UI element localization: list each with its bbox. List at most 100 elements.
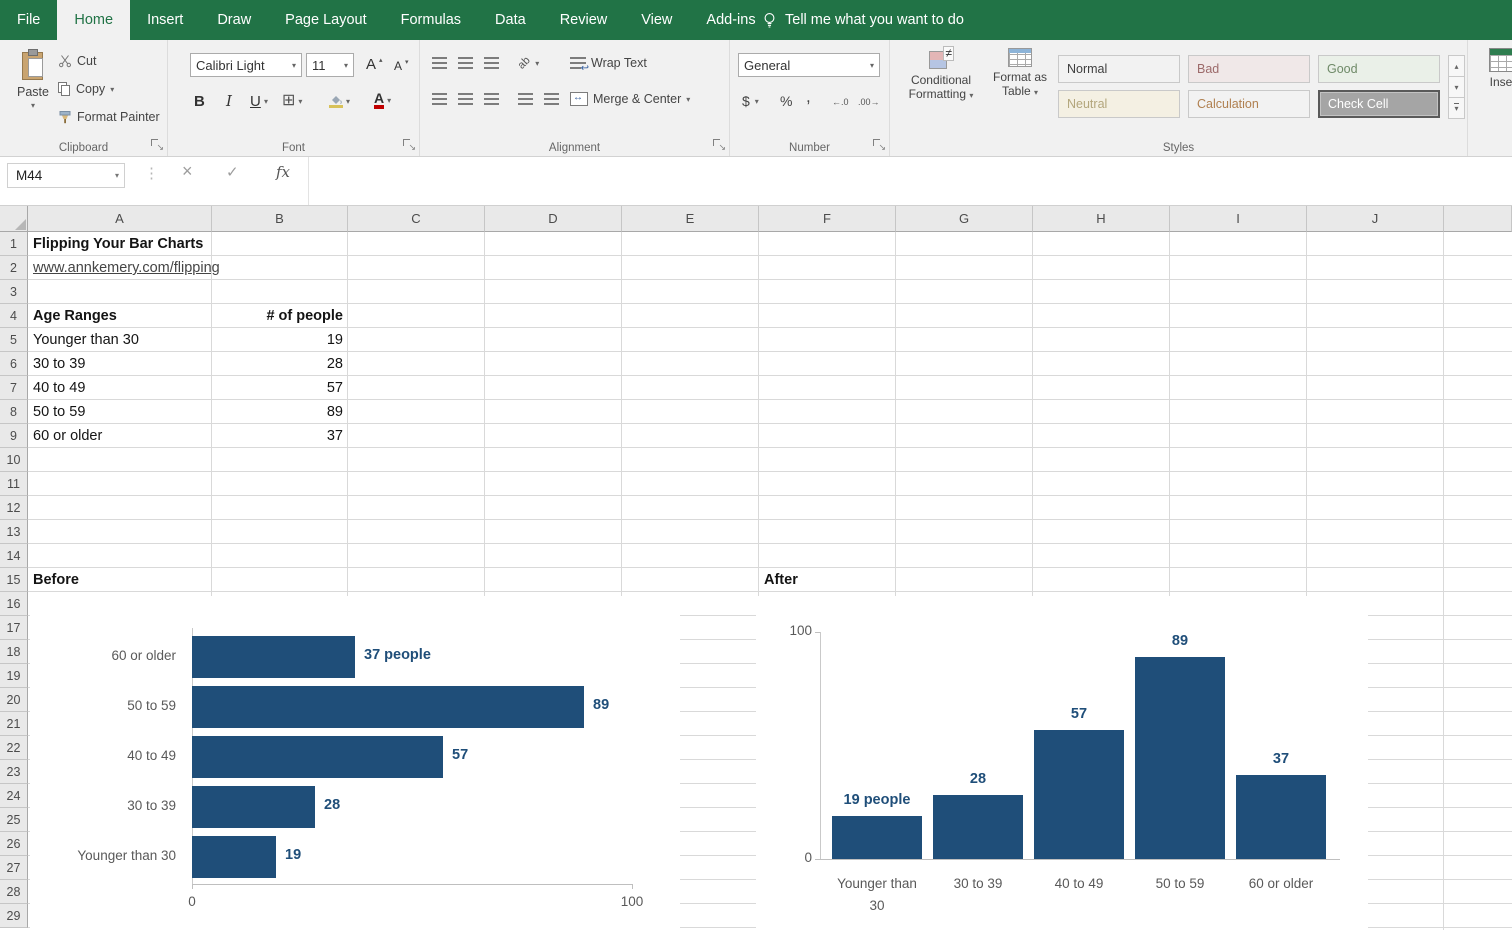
paste-dropdown-arrow[interactable] bbox=[31, 101, 35, 110]
percent-style-button[interactable]: % bbox=[780, 90, 792, 112]
column-header-f[interactable]: F bbox=[759, 206, 896, 232]
menu-tab-review[interactable]: Review bbox=[543, 0, 625, 40]
cell-b9-count[interactable]: 37 bbox=[212, 424, 348, 448]
font-name-select[interactable]: Calibri Light bbox=[190, 53, 302, 77]
format-painter-button[interactable]: Format Painter bbox=[58, 106, 160, 128]
cell-a15-before-title[interactable]: Before bbox=[28, 568, 79, 592]
row-header-28[interactable]: 28 bbox=[0, 880, 28, 904]
style-check-cell[interactable]: Check Cell bbox=[1318, 90, 1440, 118]
style-bad[interactable]: Bad bbox=[1188, 55, 1310, 83]
cancel-button[interactable] bbox=[182, 161, 193, 182]
cell-a1-title[interactable]: Flipping Your Bar Charts bbox=[28, 232, 203, 256]
row-header-24[interactable]: 24 bbox=[0, 784, 28, 808]
cell-b6-count[interactable]: 28 bbox=[212, 352, 348, 376]
styles-more-button[interactable] bbox=[1448, 97, 1465, 119]
styles-scroll-up-button[interactable] bbox=[1448, 55, 1465, 77]
paste-button[interactable]: Paste bbox=[8, 44, 58, 110]
after-bar[interactable] bbox=[933, 795, 1023, 859]
style-neutral[interactable]: Neutral bbox=[1058, 90, 1180, 118]
menu-tab-file[interactable]: File bbox=[0, 0, 57, 40]
number-format-dropdown-arrow[interactable] bbox=[870, 61, 874, 70]
cell-a8-age-range[interactable]: 50 to 59 bbox=[28, 400, 85, 424]
number-format-select[interactable]: General bbox=[738, 53, 880, 77]
name-box[interactable]: M44 bbox=[7, 163, 125, 188]
cell-b7-count[interactable]: 57 bbox=[212, 376, 348, 400]
before-bar[interactable] bbox=[192, 736, 443, 778]
orientation-button[interactable] bbox=[518, 52, 539, 74]
number-dialog-launcher[interactable] bbox=[873, 139, 885, 151]
column-header-d[interactable]: D bbox=[485, 206, 622, 232]
after-bar[interactable] bbox=[832, 816, 922, 859]
row-header-2[interactable]: 2 bbox=[0, 256, 28, 280]
cell-a9-age-range[interactable]: 60 or older bbox=[28, 424, 102, 448]
cell-a5-age-range[interactable]: Younger than 30 bbox=[28, 328, 139, 352]
style-calculation[interactable]: Calculation bbox=[1188, 90, 1310, 118]
cell-a7-age-range[interactable]: 40 to 49 bbox=[28, 376, 85, 400]
before-bar[interactable] bbox=[192, 836, 276, 878]
cell-f15-after-title[interactable]: After bbox=[759, 568, 798, 592]
cell-b4-people-header[interactable]: # of people bbox=[212, 304, 348, 328]
merge-center-button[interactable]: Merge & Center bbox=[570, 88, 690, 110]
format-as-table-button[interactable]: Format as Table bbox=[986, 48, 1054, 100]
before-bar[interactable] bbox=[192, 636, 355, 678]
menu-tab-view[interactable]: View bbox=[624, 0, 689, 40]
formula-bar-grip[interactable] bbox=[144, 164, 159, 182]
after-bar[interactable] bbox=[1236, 775, 1326, 859]
row-header-17[interactable]: 17 bbox=[0, 616, 28, 640]
copy-button[interactable]: Copy bbox=[58, 78, 114, 100]
menu-tab-data[interactable]: Data bbox=[478, 0, 543, 40]
chart-before[interactable]: 60 or older37 people50 to 598940 to 4957… bbox=[30, 596, 680, 930]
column-header-j[interactable]: J bbox=[1307, 206, 1444, 232]
column-header-partial[interactable] bbox=[1444, 206, 1512, 232]
underline-dropdown[interactable] bbox=[264, 90, 268, 112]
row-header-1[interactable]: 1 bbox=[0, 232, 28, 256]
row-header-10[interactable]: 10 bbox=[0, 448, 28, 472]
insert-button-partial[interactable]: Inse bbox=[1478, 48, 1512, 89]
row-header-5[interactable]: 5 bbox=[0, 328, 28, 352]
row-header-4[interactable]: 4 bbox=[0, 304, 28, 328]
cell-a2-hyperlink[interactable]: www.annkemery.com/flipping bbox=[28, 256, 220, 280]
row-header-3[interactable]: 3 bbox=[0, 280, 28, 304]
before-bar[interactable] bbox=[192, 786, 315, 828]
row-header-14[interactable]: 14 bbox=[0, 544, 28, 568]
accounting-format-button[interactable]: $ bbox=[742, 90, 759, 112]
after-bar[interactable] bbox=[1034, 730, 1124, 859]
font-size-select[interactable]: 11 bbox=[306, 53, 354, 77]
column-header-h[interactable]: H bbox=[1033, 206, 1170, 232]
font-size-dropdown-arrow[interactable] bbox=[344, 61, 348, 70]
font-color-button[interactable]: A bbox=[374, 89, 391, 111]
row-header-6[interactable]: 6 bbox=[0, 352, 28, 376]
align-right-button[interactable] bbox=[484, 88, 499, 110]
column-header-i[interactable]: I bbox=[1170, 206, 1307, 232]
italic-button[interactable]: I bbox=[226, 90, 232, 112]
row-header-16[interactable]: 16 bbox=[0, 592, 28, 616]
row-header-9[interactable]: 9 bbox=[0, 424, 28, 448]
column-header-g[interactable]: G bbox=[896, 206, 1033, 232]
row-header-25[interactable]: 25 bbox=[0, 808, 28, 832]
font-name-dropdown-arrow[interactable] bbox=[292, 61, 296, 70]
fill-color-button[interactable] bbox=[328, 90, 350, 112]
row-header-23[interactable]: 23 bbox=[0, 760, 28, 784]
conditional-formatting-button[interactable]: Conditional Formatting bbox=[900, 48, 982, 103]
decrease-font-size-button[interactable]: A bbox=[394, 55, 409, 77]
tell-me-box[interactable]: Tell me what you want to do bbox=[762, 0, 964, 40]
align-bottom-button[interactable] bbox=[484, 52, 499, 74]
column-header-c[interactable]: C bbox=[348, 206, 485, 232]
style-normal[interactable]: Normal bbox=[1058, 55, 1180, 83]
row-header-13[interactable]: 13 bbox=[0, 520, 28, 544]
comma-style-button[interactable]: , bbox=[806, 86, 811, 108]
decrease-indent-button[interactable] bbox=[518, 88, 533, 110]
row-header-12[interactable]: 12 bbox=[0, 496, 28, 520]
row-header-18[interactable]: 18 bbox=[0, 640, 28, 664]
menu-tab-formulas[interactable]: Formulas bbox=[384, 0, 478, 40]
styles-scroll-down-button[interactable] bbox=[1448, 76, 1465, 98]
increase-decimal-button[interactable] bbox=[832, 91, 849, 113]
wrap-text-button[interactable]: Wrap Text bbox=[570, 52, 647, 74]
formula-input[interactable] bbox=[308, 157, 1512, 205]
clipboard-dialog-launcher[interactable] bbox=[151, 139, 163, 151]
align-center-button[interactable] bbox=[458, 88, 473, 110]
copy-dropdown-arrow[interactable] bbox=[110, 85, 114, 94]
increase-font-size-button[interactable]: A bbox=[366, 53, 383, 75]
row-header-20[interactable]: 20 bbox=[0, 688, 28, 712]
insert-function-button[interactable]: fx bbox=[276, 163, 290, 181]
